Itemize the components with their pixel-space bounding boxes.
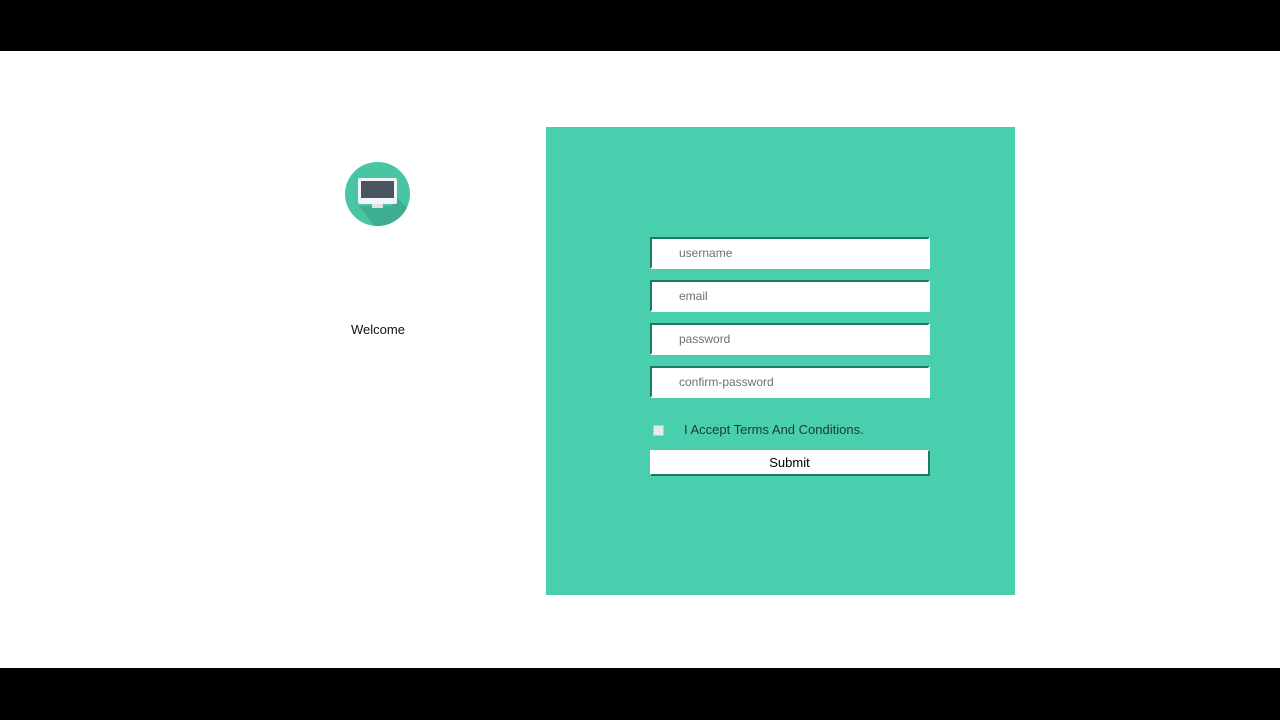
page-canvas: Welcome I Accept Terms And Conditions. S… <box>0 51 1280 668</box>
confirm-password-input[interactable] <box>650 366 930 398</box>
welcome-text: Welcome <box>351 322 405 337</box>
terms-label: I Accept Terms And Conditions. <box>684 422 864 437</box>
letterbox-top-bar <box>0 0 1280 51</box>
terms-checkbox[interactable] <box>653 425 664 436</box>
monitor-badge <box>345 162 410 226</box>
terms-row: I Accept Terms And Conditions. <box>652 421 952 441</box>
password-input[interactable] <box>650 323 930 355</box>
monitor-icon <box>358 178 410 226</box>
submit-button[interactable]: Submit <box>650 450 930 476</box>
welcome-panel: Welcome <box>300 51 456 668</box>
email-input[interactable] <box>650 280 930 312</box>
signup-form: I Accept Terms And Conditions. Submit <box>546 127 1015 595</box>
letterbox-bottom-bar <box>0 668 1280 720</box>
monitor-screen <box>361 181 394 198</box>
monitor-stand <box>372 204 383 208</box>
username-input[interactable] <box>650 237 930 269</box>
